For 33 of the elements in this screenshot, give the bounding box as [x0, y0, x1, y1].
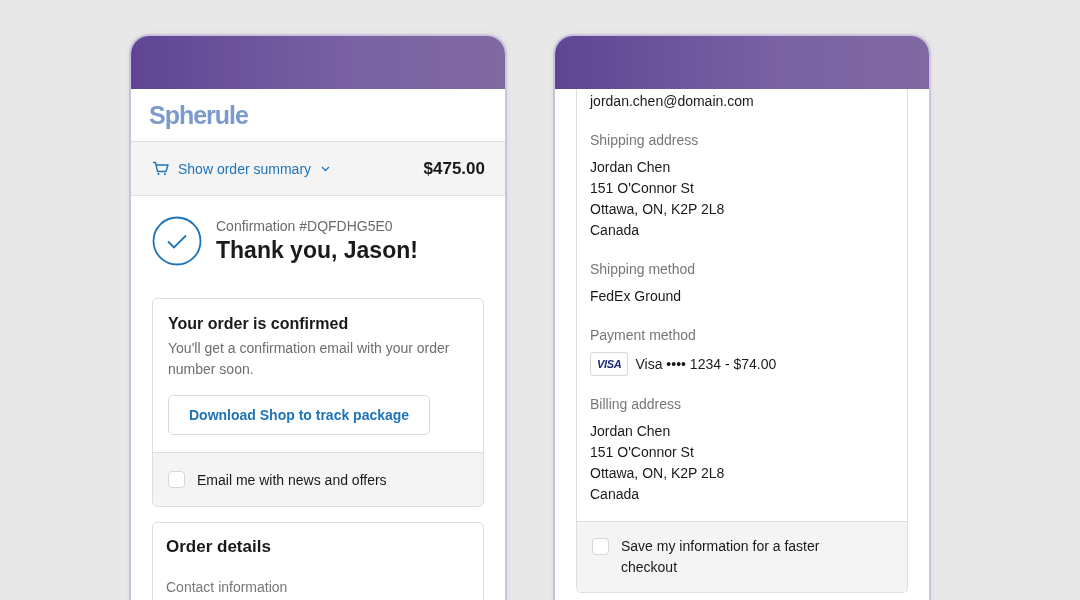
card-title: Your order is confirmed	[168, 315, 349, 333]
detail-line: Ottawa, ON, K2P 2L8	[590, 200, 726, 219]
contact-email: jordan.chen@domain.com	[590, 92, 755, 111]
checkbox-label: Save my information for a faster checkout	[621, 537, 821, 577]
section-label: Payment method	[590, 327, 697, 343]
thank-you-heading: Thank you, Jason!	[216, 237, 418, 264]
detail-line: 151 O'Connor St	[590, 179, 695, 198]
card-title: Order details	[166, 537, 272, 557]
confirmation-number: Confirmation #DQFDHG5E0	[216, 218, 394, 234]
detail-line: Jordan Chen	[590, 422, 672, 441]
order-total: $475.00	[423, 158, 485, 179]
chevron-down-icon[interactable]	[321, 165, 331, 172]
show-order-summary-link[interactable]: Show order summary	[178, 160, 312, 177]
detail-line: FedEx Ground	[590, 287, 683, 306]
check-circle-icon	[152, 216, 202, 266]
detail-line: Ottawa, ON, K2P 2L8	[590, 464, 726, 483]
save-info-checkbox[interactable]	[592, 538, 609, 555]
detail-line: Canada	[590, 221, 641, 240]
card-brand-badge: VISA	[590, 352, 629, 376]
payment-detail: Visa •••• 1234 - $74.00	[635, 354, 777, 374]
detail-line: Canada	[590, 485, 641, 504]
detail-line: Jordan Chen	[590, 158, 672, 177]
section-label: Billing address	[590, 396, 683, 412]
section-label: Shipping address	[590, 132, 700, 148]
download-shop-button[interactable]: Download Shop to track package	[168, 395, 431, 435]
cart-icon	[152, 161, 169, 176]
section-label: Shipping method	[590, 261, 697, 277]
store-logo: Spherule	[149, 100, 248, 130]
newsletter-checkbox[interactable]	[168, 471, 185, 488]
section-label: Contact information	[166, 579, 289, 595]
card-description: You'll get a confirmation email with your order number soon.	[168, 339, 451, 379]
detail-line: 151 O'Connor St	[590, 443, 695, 462]
checkbox-label: Email me with news and offers	[197, 471, 387, 488]
